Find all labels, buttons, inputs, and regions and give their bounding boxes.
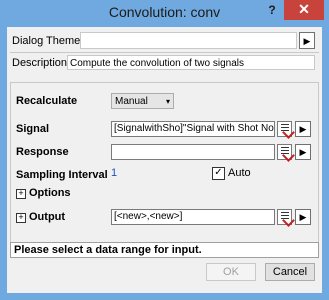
description-label: Description	[12, 57, 68, 69]
signal-menu-button[interactable]: ▶	[295, 121, 311, 137]
signal-select-range-button[interactable]	[277, 121, 295, 139]
options-expand-icon[interactable]: +	[16, 189, 26, 199]
auto-label: Auto	[228, 167, 251, 179]
separator	[10, 52, 319, 53]
response-menu-button[interactable]: ▶	[295, 144, 311, 160]
close-button[interactable]: ✕	[284, 0, 324, 20]
signal-label: Signal	[16, 123, 50, 135]
auto-checkbox[interactable]: ✓	[212, 167, 225, 180]
output-select-range-button[interactable]	[277, 209, 295, 227]
settings-panel: Recalculate Manual ▾ Signal [SignalwithS…	[10, 82, 319, 252]
response-select-range-button[interactable]	[277, 144, 295, 162]
options-label[interactable]: Options	[29, 187, 71, 199]
recalculate-label: Recalculate	[16, 95, 78, 107]
sampling-interval-value: 1	[111, 167, 118, 179]
sampling-interval-label: Sampling Interval	[16, 169, 108, 181]
dialog-theme-arrow-button[interactable]: ▶	[299, 32, 315, 49]
chevron-down-icon: ▾	[165, 97, 170, 106]
output-expand-icon[interactable]: +	[16, 213, 26, 223]
dialog-theme-field[interactable]	[80, 32, 297, 49]
output-label[interactable]: Output	[29, 211, 65, 223]
response-label: Response	[16, 146, 69, 158]
ok-button[interactable]: OK	[206, 263, 256, 281]
recalculate-value: Manual	[115, 96, 148, 107]
dialog-body: Dialog Theme ▶ Description Compute the c…	[7, 27, 322, 293]
cancel-button[interactable]: Cancel	[265, 263, 315, 281]
response-input[interactable]	[111, 144, 275, 160]
signal-input[interactable]: [SignalwithSho]"Signal with Shot Noise"!…	[111, 121, 275, 137]
dialog-window: Convolution: conv ? ✕ Dialog Theme ▶ Des…	[0, 0, 329, 300]
recalculate-select[interactable]: Manual ▾	[111, 93, 174, 109]
title-bar: Convolution: conv ? ✕	[0, 0, 329, 26]
description-text: Compute the convolution of two signals	[67, 55, 315, 70]
status-bar: Please select a data range for input.	[10, 242, 319, 258]
dialog-theme-label: Dialog Theme	[12, 35, 81, 47]
output-input[interactable]: [<new>,<new>]	[111, 209, 275, 225]
help-button[interactable]: ?	[262, 3, 282, 21]
output-menu-button[interactable]: ▶	[295, 209, 311, 225]
